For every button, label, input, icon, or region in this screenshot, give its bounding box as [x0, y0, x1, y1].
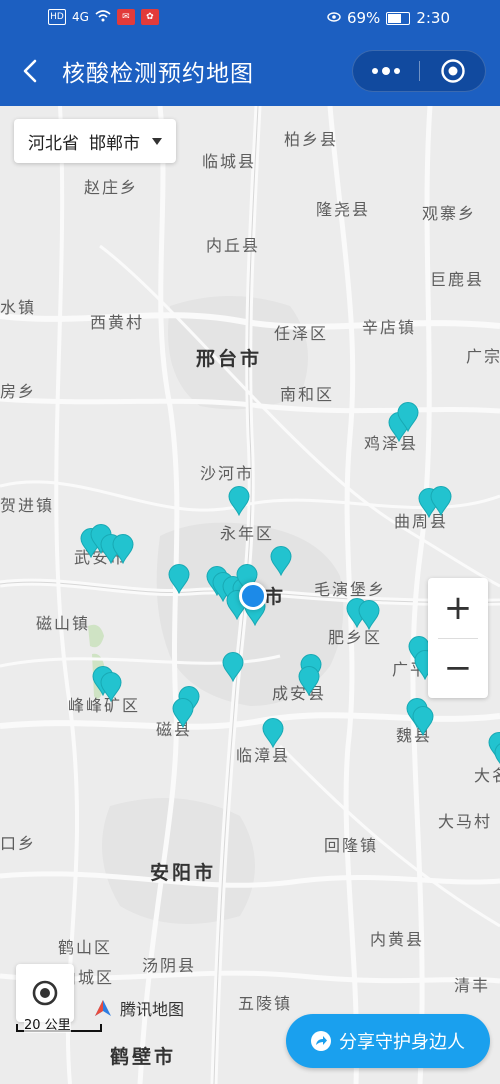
- map-label: 广宗: [466, 347, 500, 366]
- page-title: 核酸检测预约地图: [62, 61, 254, 87]
- locate-icon: [32, 980, 58, 1006]
- clock: 2:30: [416, 9, 450, 27]
- map-provider: 腾讯地图: [92, 996, 184, 1020]
- map-label: 水镇: [0, 298, 37, 317]
- more-dot-icon: [394, 68, 400, 74]
- zoom-in-button[interactable]: +: [428, 578, 488, 638]
- map-label: 磁山镇: [36, 614, 91, 633]
- test-site-pin-icon[interactable]: [494, 742, 500, 772]
- map-city-label: 市: [264, 586, 287, 608]
- map-label: 清丰: [454, 976, 491, 995]
- share-arrow-icon: [311, 1031, 331, 1051]
- more-dot-icon: [382, 67, 390, 75]
- hd-icon: HD: [48, 9, 66, 25]
- map-label: 西黄村: [90, 313, 145, 332]
- provider-name: 腾讯地图: [120, 1000, 185, 1019]
- current-location-marker: [239, 582, 267, 610]
- region-select[interactable]: 河北省 邯郸市: [14, 119, 176, 163]
- chevron-left-icon: [23, 59, 37, 83]
- map-label: 赵庄乡: [84, 178, 139, 197]
- city-label: 邯郸市: [89, 133, 140, 154]
- status-left-icons: HD 4G ✉ ✿: [48, 9, 159, 25]
- zoom-controls: + −: [428, 578, 488, 698]
- test-site-pin-icon[interactable]: [270, 546, 292, 576]
- nav-bar: 核酸检测预约地图: [0, 36, 500, 106]
- map-label: 柏乡县: [284, 130, 339, 149]
- zoom-out-button[interactable]: −: [428, 638, 488, 698]
- map-label: 永年区: [220, 524, 275, 543]
- map-label: 毛演堡乡: [314, 580, 387, 599]
- test-site-pin-icon[interactable]: [397, 402, 419, 432]
- test-site-pin-icon[interactable]: [430, 486, 452, 516]
- map-city-label: 鹤壁市: [110, 1046, 177, 1068]
- map-label: 汤阴县: [142, 956, 197, 975]
- map-label: 口乡: [0, 834, 37, 853]
- map-label: 回隆镇: [324, 836, 379, 855]
- test-site-pin-icon[interactable]: [358, 600, 380, 630]
- more-button[interactable]: [353, 51, 419, 91]
- map-label: 南和区: [280, 385, 335, 404]
- map-label: 贺进镇: [0, 496, 55, 515]
- more-dot-icon: [372, 68, 378, 74]
- map-city-label: 邢台市: [196, 348, 263, 370]
- map-label: 临城县: [202, 152, 257, 171]
- map-label: 任泽区: [274, 324, 329, 343]
- target-close-icon: [441, 59, 465, 83]
- map-label: 隆尧县: [316, 200, 371, 219]
- test-site-pin-icon[interactable]: [172, 698, 194, 728]
- share-button[interactable]: 分享守护身边人: [286, 1014, 490, 1068]
- test-site-pin-icon[interactable]: [112, 534, 134, 564]
- map-label: 内黄县: [370, 930, 425, 949]
- map-canvas[interactable]: 柏乡县 临城县 赵庄乡 隆尧县 观寨乡 内丘县 巨鹿县 水镇 西黄村 任泽区 辛…: [0, 106, 500, 1084]
- map-scale: 20 公里: [16, 1014, 102, 1033]
- signal-icon: 4G: [72, 10, 89, 24]
- map-label: 沙河市: [200, 464, 255, 483]
- back-button[interactable]: [14, 54, 48, 88]
- map-label: 内丘县: [206, 236, 261, 255]
- test-site-pin-icon[interactable]: [262, 718, 284, 748]
- map-label: 观寨乡: [422, 204, 477, 223]
- share-button-label: 分享守护身边人: [339, 1032, 465, 1053]
- app-notification-icon-2: ✿: [140, 9, 159, 25]
- test-site-pin-icon[interactable]: [222, 652, 244, 682]
- map-label: 五陵镇: [238, 994, 293, 1013]
- eye-icon: [327, 11, 341, 25]
- status-right-icons: 69% 2:30: [327, 9, 450, 27]
- close-miniprogram-button[interactable]: [420, 51, 486, 91]
- test-site-pin-icon[interactable]: [412, 706, 434, 736]
- test-site-pin-icon[interactable]: [100, 672, 122, 702]
- scale-label: 20 公里: [24, 1014, 71, 1033]
- map-label: 鹤山区: [58, 938, 113, 957]
- test-site-pin-icon[interactable]: [228, 486, 250, 516]
- test-site-pin-icon[interactable]: [298, 666, 320, 696]
- map-label: 辛店镇: [362, 318, 417, 337]
- map-label: 巨鹿县: [430, 270, 485, 289]
- app-notification-icon: ✉: [116, 9, 135, 25]
- map-label: 房乡: [0, 382, 37, 401]
- test-site-pin-icon[interactable]: [168, 564, 190, 594]
- battery-percent: 69%: [346, 9, 381, 27]
- battery-icon: [386, 11, 411, 25]
- status-bar: HD 4G ✉ ✿ 69% 2:30: [0, 0, 500, 36]
- map-label: 大马村: [438, 812, 493, 831]
- caret-down-icon: [152, 137, 162, 145]
- miniprogram-capsule: [352, 50, 486, 92]
- province-label: 河北省: [28, 133, 79, 154]
- wifi-icon: [95, 9, 111, 25]
- map-city-label: 安阳市: [150, 862, 217, 884]
